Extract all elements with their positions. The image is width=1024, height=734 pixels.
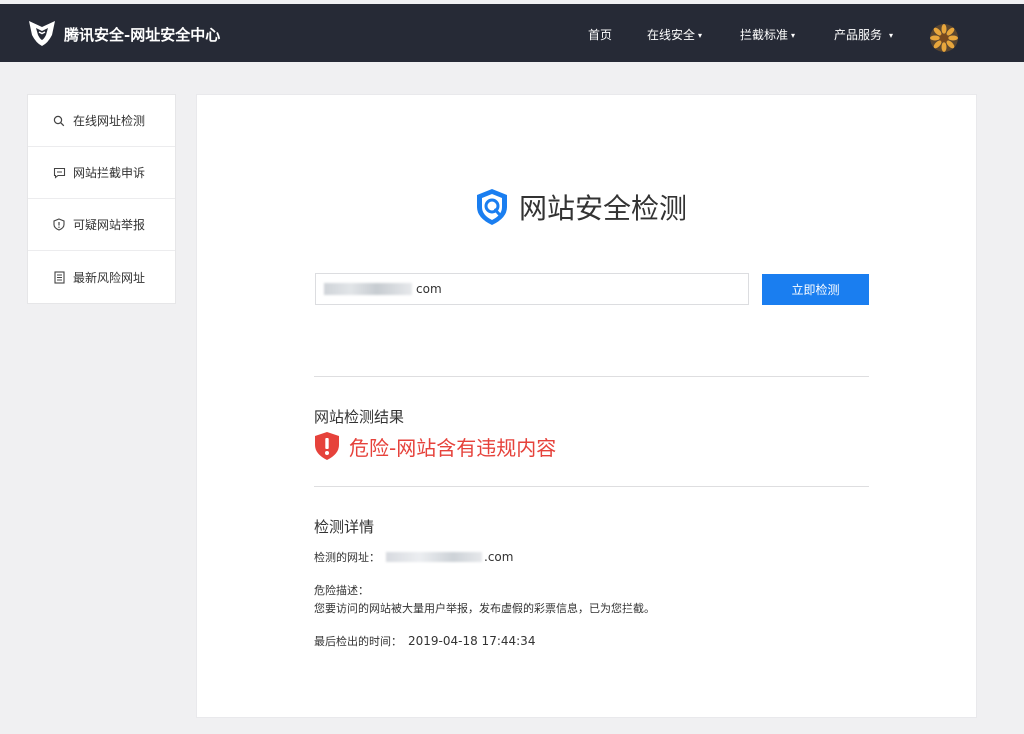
main-panel: 网站安全检测 com 立即检测 网站检测结果 危险-网站含有违规内容 检测详情 …: [196, 94, 977, 718]
chevron-down-icon: ▾: [698, 31, 703, 40]
danger-status-text: 危险-网站含有违规内容: [349, 435, 557, 460]
danger-status: 危险-网站含有违规内容: [314, 431, 556, 461]
sidebar-item-latest-risk[interactable]: 最新风险网址: [28, 251, 175, 303]
blurred-url-text: [386, 552, 482, 562]
nav-online-security[interactable]: 在线安全 ▾: [647, 26, 702, 43]
chevron-down-icon: ▾: [791, 31, 796, 40]
avatar[interactable]: [930, 24, 958, 52]
danger-desc-text: 您要访问的网站被大量用户举报，发布虚假的彩票信息，已为您拦截。: [314, 602, 655, 615]
last-detected-time: 2019-04-18 17:44:34: [408, 634, 536, 648]
search-icon: [52, 114, 66, 128]
nav-home-label: 首页: [588, 28, 613, 42]
nav-block-standards[interactable]: 拦截标准 ▾: [740, 26, 795, 43]
url-input[interactable]: com: [315, 273, 749, 305]
flower-avatar-icon: [930, 24, 958, 52]
nav-online-security-label: 在线安全: [647, 28, 696, 42]
blurred-url-text: [324, 283, 412, 295]
danger-shield-icon: [315, 432, 339, 460]
sidebar-item-label: 可疑网站举报: [73, 218, 146, 232]
nav-block-standards-label: 拦截标准: [740, 28, 789, 42]
security-shield-logo-icon: [477, 189, 507, 225]
brand-title[interactable]: 腾讯安全-网址安全中心: [64, 24, 220, 45]
url-input-suffix: com: [416, 282, 442, 296]
last-detected-row: 最后检出的时间： 2019-04-18 17:44:34: [314, 633, 535, 649]
detail-url-row: 检测的网址： .com: [314, 549, 513, 565]
sidebar-item-report[interactable]: 可疑网站举报: [28, 199, 175, 251]
divider: [314, 376, 869, 377]
sidebar-item-label: 在线网址检测: [73, 114, 146, 128]
nav-products[interactable]: 产品服务 ▾: [834, 26, 893, 43]
sidebar-item-label: 最新风险网址: [73, 270, 146, 285]
shield-alert-icon: [52, 218, 66, 232]
last-detected-label: 最后检出的时间：: [314, 635, 402, 648]
tencent-security-logo-icon[interactable]: [26, 18, 58, 48]
sidebar-item-label: 网站拦截申诉: [73, 166, 146, 180]
detail-url-suffix: .com: [484, 550, 514, 564]
nav-products-label: 产品服务: [834, 28, 883, 42]
chevron-down-icon: ▾: [889, 31, 894, 40]
details-heading: 检测详情: [314, 518, 375, 536]
list-icon: [52, 270, 66, 284]
result-heading: 网站检测结果: [314, 408, 405, 426]
danger-desc-label: 危险描述：: [314, 584, 369, 597]
sidebar-item-appeal[interactable]: 网站拦截申诉: [28, 147, 175, 199]
page-title: 网站安全检测: [519, 192, 688, 225]
message-icon: [52, 166, 66, 180]
page-title-block: 网站安全检测: [473, 187, 687, 227]
top-navbar: 腾讯安全-网址安全中心 首页 在线安全 ▾ 拦截标准 ▾ 产品服务 ▾: [0, 4, 1024, 62]
divider: [314, 486, 869, 487]
nav-home[interactable]: 首页: [588, 26, 612, 43]
detail-url-label: 检测的网址：: [314, 551, 380, 564]
scan-now-button[interactable]: 立即检测: [762, 274, 869, 305]
sidebar: 在线网址检测 网站拦截申诉 可疑网站举报 最新风险网址: [27, 94, 176, 304]
sidebar-item-url-check[interactable]: 在线网址检测: [28, 95, 175, 147]
